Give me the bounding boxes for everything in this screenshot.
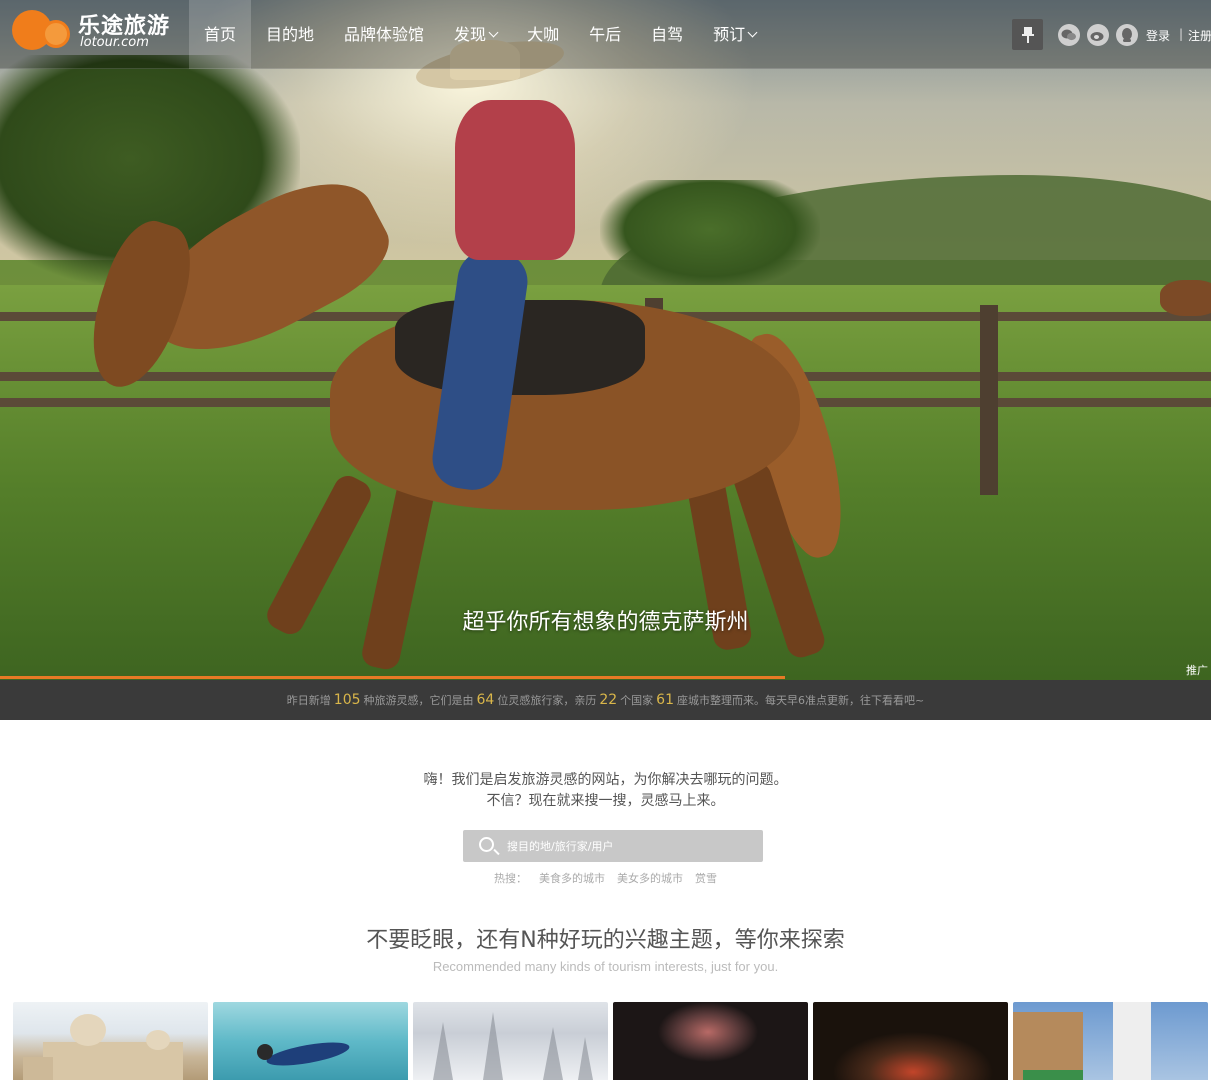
logo-text-en: lotour.com xyxy=(80,35,149,50)
nav-label: 预订 xyxy=(713,25,746,44)
interest-card[interactable] xyxy=(613,1002,808,1080)
nav-item-destinations[interactable]: 目的地 xyxy=(251,0,329,69)
search-icon[interactable] xyxy=(479,837,494,852)
nav-label: 大咖 xyxy=(527,25,560,44)
nav-item-booking[interactable]: 预订 xyxy=(698,0,771,69)
stats-number: 105 xyxy=(333,692,361,708)
chevron-down-icon xyxy=(488,27,499,38)
interest-card[interactable] xyxy=(213,1002,408,1080)
intro-line: 不信？现在就来搜一搜，灵感马上来。 xyxy=(486,793,725,809)
chevron-down-icon xyxy=(747,27,758,38)
nav-label: 发现 xyxy=(454,25,487,44)
nav-label: 首页 xyxy=(204,25,237,44)
stats-text: 座城市整理而来。每天早6准点更新，往下看看吧~ xyxy=(677,694,925,707)
snow-forest-image xyxy=(433,1012,593,1080)
auth-separator: | xyxy=(1179,27,1184,41)
interest-card[interactable] xyxy=(1013,1002,1208,1080)
nav-item-afternoon[interactable]: 午后 xyxy=(574,0,636,69)
nav-label: 自驾 xyxy=(651,25,684,44)
pin-button[interactable] xyxy=(1012,19,1043,50)
interest-card[interactable] xyxy=(413,1002,608,1080)
palace-image xyxy=(23,1014,183,1080)
wechat-icon[interactable] xyxy=(1058,24,1080,46)
search-input[interactable] xyxy=(507,836,747,856)
main-nav: 首页 目的地 品牌体验馆 发现 大咖 午后 自驾 预订 xyxy=(189,0,771,69)
register-link[interactable]: 注册 xyxy=(1188,27,1211,44)
hero-cow xyxy=(1160,280,1211,316)
interest-cards xyxy=(13,1002,1208,1080)
nav-label: 品牌体验馆 xyxy=(344,25,425,44)
nav-item-brand-hall[interactable]: 品牌体验馆 xyxy=(329,0,439,69)
intro-text: 嗨！我们是启发旅游灵感的网站，为你解决去哪玩的问题。 不信？现在就来搜一搜，灵感… xyxy=(0,770,1211,812)
intro-line: 嗨！我们是启发旅游灵感的网站，为你解决去哪玩的问题。 xyxy=(423,772,788,788)
diver-image xyxy=(257,1042,350,1066)
rider-body xyxy=(455,100,575,260)
stats-text: 种旅游灵感，它们是由 xyxy=(363,694,474,707)
hot-search-item[interactable]: 美食多的城市 xyxy=(539,872,605,885)
hot-search-item[interactable]: 赏雪 xyxy=(695,872,717,885)
interests-subtitle: Recommended many kinds of tourism intere… xyxy=(432,959,779,974)
site-logo[interactable]: 乐途旅游 lotour.com xyxy=(12,8,182,54)
interest-card[interactable] xyxy=(813,1002,1008,1080)
hero-tree xyxy=(600,180,820,290)
hero-caption[interactable]: 超乎你所有想象的德克萨斯州 xyxy=(0,604,1211,636)
stats-bar: 昨日新增 105 种旅游灵感，它们是由 64 位灵感旅行家，亲历 22 个国家 61 座城市整理… xyxy=(0,680,1211,720)
stats-text: 昨日新增 xyxy=(286,694,331,707)
nav-label: 午后 xyxy=(589,25,622,44)
building-image xyxy=(1013,1002,1151,1080)
stats-text: 个国家 xyxy=(620,694,654,707)
hot-searches: 热搜： 美食多的城市 美女多的城市 赏雪 xyxy=(0,870,1211,886)
nav-label: 目的地 xyxy=(266,25,315,44)
fence-post xyxy=(980,305,998,495)
hero-banner[interactable]: 超乎你所有想象的德克萨斯州 推广 xyxy=(0,0,1211,680)
pin-icon xyxy=(1021,26,1034,43)
interest-card[interactable] xyxy=(13,1002,208,1080)
hot-search-item[interactable]: 美女多的城市 xyxy=(617,872,683,885)
stats-number: 61 xyxy=(656,692,674,708)
qq-icon[interactable] xyxy=(1116,24,1138,46)
nav-item-experts[interactable]: 大咖 xyxy=(512,0,574,69)
hot-search-label: 热搜： xyxy=(494,872,527,885)
stats-number: 64 xyxy=(476,692,495,708)
hero-progress-bar xyxy=(0,676,785,679)
nav-item-self-drive[interactable]: 自驾 xyxy=(636,0,698,69)
ad-tag: 推广 xyxy=(1186,664,1208,677)
nav-item-home[interactable]: 首页 xyxy=(189,0,252,69)
login-link[interactable]: 登录 xyxy=(1146,27,1170,44)
stats-text: 位灵感旅行家，亲历 xyxy=(497,694,597,707)
stats-number: 22 xyxy=(599,692,618,708)
weibo-icon[interactable] xyxy=(1087,24,1109,46)
nav-item-discover[interactable]: 发现 xyxy=(439,0,512,69)
interests-title: 不要眨眼，还有N种好玩的兴趣主题，等你来探索 xyxy=(366,928,845,953)
top-navbar: 乐途旅游 lotour.com 首页 目的地 品牌体验馆 发现 大咖 午后 自驾… xyxy=(0,0,1211,69)
logo-mark-icon xyxy=(12,10,74,50)
search-box[interactable] xyxy=(463,830,763,862)
